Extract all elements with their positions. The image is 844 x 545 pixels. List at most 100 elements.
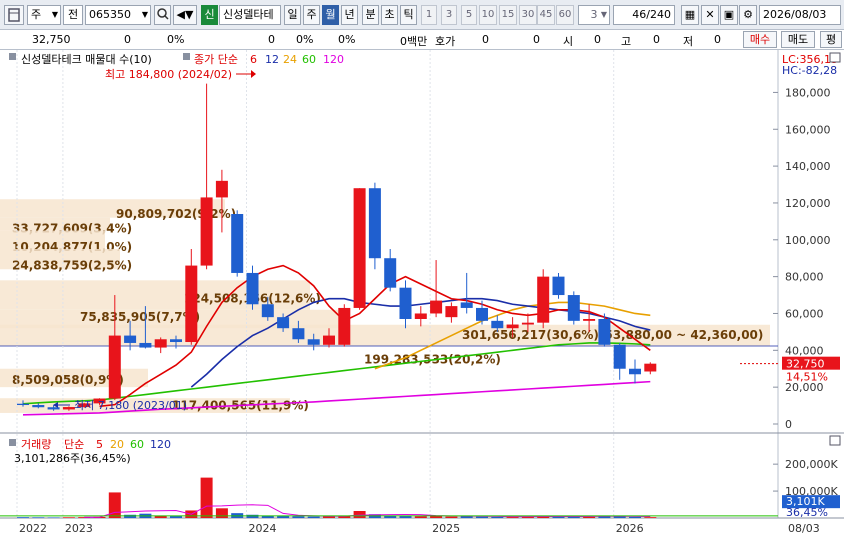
price-change: 0 [124,33,131,46]
jeo-value: 0 [714,33,721,46]
period-tick[interactable]: 틱 [400,5,417,25]
candle-body [384,258,397,288]
search-button[interactable] [154,5,171,25]
volume-bar [246,514,259,518]
volume-bar [399,516,412,518]
volume-title: 거래량 [21,438,51,451]
interval-45[interactable]: 45 [537,5,555,25]
volume-ma120: 120 [150,438,171,451]
type-select-value: 전 [67,8,79,21]
amount-value: 0백만 [400,35,428,48]
volume-ma-label: 단순 [64,438,84,451]
period-week[interactable]: 주 [303,5,320,25]
volume-bar [277,516,290,518]
candle-body [139,342,152,348]
count-field[interactable]: 46/240 [613,5,675,25]
volume-bar [215,508,228,518]
interval-1[interactable]: 1 [421,5,437,25]
candle-body [399,287,412,319]
interval-3[interactable]: 3 [441,5,457,25]
stock-code-input[interactable]: 065350 ▼ [85,5,151,25]
save-icon: ▣ [723,8,735,21]
chart-area[interactable]: 90,809,702(9,2%) 33,727,609(3,4%) 10,204,8… [0,50,844,542]
stock-code-value: 065350 [89,8,131,21]
time-tick-label: 2023 [65,522,93,535]
period-second[interactable]: 초 [381,5,398,25]
volume-profile-label: 90,809,702(9,2%) [116,207,236,221]
interval-60[interactable]: 60 [556,5,574,25]
candle-body [108,335,121,399]
period-day[interactable]: 일 [284,5,301,25]
sound-button[interactable]: ◀▼ [173,5,197,25]
legend-ma60: 60 [302,53,316,66]
high-annotation: 최고 184,800 (2024/02) [105,68,232,81]
candle-body [491,320,504,329]
candle-body [200,197,213,266]
candle-body [552,276,565,296]
settings-button[interactable]: ⚙ [739,5,757,25]
price-tick-label: 80,000 [785,271,824,284]
go-value: 0 [653,33,660,46]
volume-ma20: 20 [110,438,124,451]
maximize-volume-icon[interactable] [829,435,841,446]
buy-button[interactable]: 매수 [743,31,777,48]
volume-bar [644,517,657,518]
volume-bar [491,516,504,518]
candle-body [460,302,473,308]
count-total: /240 [646,8,671,21]
maximize-icon[interactable] [829,52,841,63]
layout-icon[interactable] [4,5,24,25]
volume-bar [292,516,305,518]
volume-pct-2: 0% [338,33,356,46]
price-tick-label: 180,000 [785,86,831,99]
price-tick-label: 0 [785,418,792,431]
price-tick-label: 160,000 [785,123,831,136]
candle-body [613,344,626,369]
interval-5[interactable]: 5 [461,5,477,25]
volume-profile-label: 24,838,759(2,5%) [12,259,132,273]
legend-ma120: 120 [323,53,344,66]
chevron-down-icon: ▼ [141,10,148,19]
legend-ma24: 24 [283,53,297,66]
legend-ma6: 6 [250,53,257,66]
date-field[interactable]: 2026/08/03 [759,5,841,25]
candle-body [583,319,596,321]
new-badge[interactable]: 신 [201,5,218,25]
volume-value: 0 [268,33,275,46]
interval-15[interactable]: 15 [499,5,517,25]
candle-body [154,339,167,348]
price-tick-label: 60,000 [785,307,824,320]
volume-bar [414,516,427,518]
unit-select[interactable]: 3 ▼ [578,5,610,25]
type-select[interactable]: 전 [63,5,83,25]
legend-ma-marker [183,53,190,60]
grid-button[interactable]: ▦ [681,5,699,25]
period-year[interactable]: 년 [341,5,358,25]
crosshair-button[interactable]: ✕ [701,5,719,25]
interval-30[interactable]: 30 [519,5,537,25]
sell-button[interactable]: 매도 [781,31,815,48]
volume-bar [170,516,182,518]
price-change-pct: 0% [167,33,185,46]
price-chart[interactable]: 90,809,702(9,2%)33,727,609(3,4%)10,204,8… [0,50,844,542]
volume-bar [476,516,488,518]
period-minute[interactable]: 분 [362,5,379,25]
quote-bar: 32,750 0 0% 0 0% 0% 0백만 호가 0 0 시 0 고 0 저… [0,30,844,50]
candle-body [521,322,534,325]
candle-body [215,180,228,198]
candle-body [644,363,657,372]
interval-10[interactable]: 10 [479,5,497,25]
legend-ma12: 12 [265,53,279,66]
candle-body [170,339,182,343]
save-button[interactable]: ▣ [720,5,738,25]
volume-ma60: 60 [130,438,144,451]
hoga-label: 호가 [435,35,456,48]
si-label: 시 [563,35,574,48]
eval-button[interactable]: 평 [820,31,842,48]
volume-bar [629,516,641,518]
market-select[interactable]: 주 ▼ [27,5,61,25]
period-month[interactable]: 월 [322,5,339,25]
current-price-value: 32,750 [786,358,825,371]
legend-title: 신성델타테크 매물대 수(10) [21,53,152,66]
time-tick-label: 2024 [249,522,277,535]
